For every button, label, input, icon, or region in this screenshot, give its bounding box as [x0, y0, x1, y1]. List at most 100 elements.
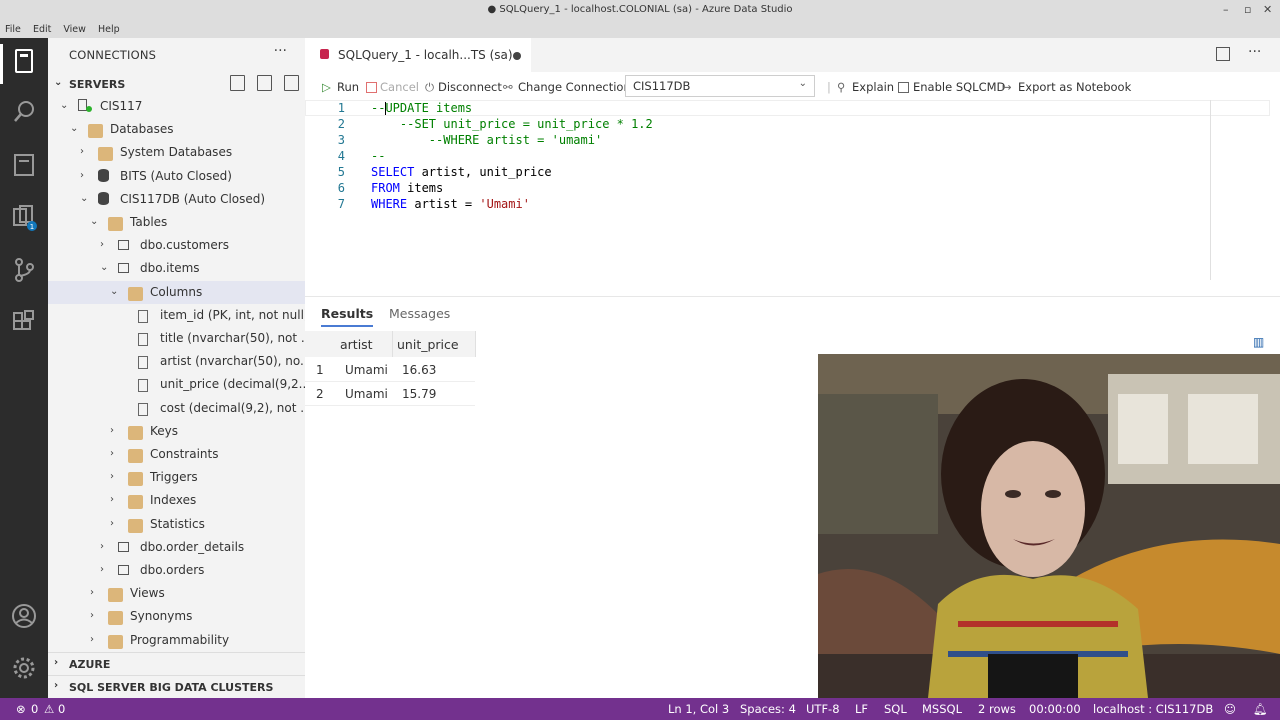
- export-notebook-button[interactable]: Export as Notebook: [1018, 80, 1131, 94]
- menu-file[interactable]: File: [5, 24, 21, 35]
- column-header-artist[interactable]: artist: [335, 331, 393, 357]
- connections-icon[interactable]: [10, 47, 38, 75]
- search-icon[interactable]: [10, 98, 38, 126]
- notifications-icon[interactable]: 🔔︎: [1253, 702, 1268, 716]
- change-connection-button[interactable]: Change Connection: [518, 80, 631, 94]
- tree-item[interactable]: › Statistics: [48, 513, 305, 536]
- database-select[interactable]: CIS117DB ⌄: [625, 75, 815, 97]
- tree-item[interactable]: › Indexes: [48, 489, 305, 512]
- tree-item[interactable]: › dbo.order_details: [48, 536, 305, 559]
- chevron-right-icon[interactable]: ›: [80, 146, 84, 157]
- cursor-position[interactable]: Ln 1, Col 3: [668, 702, 729, 716]
- tree-item[interactable]: ⌄ CIS117DB (Auto Closed): [48, 188, 305, 211]
- column-header-unit-price[interactable]: unit_price: [393, 331, 476, 357]
- more-actions-icon[interactable]: ···: [1248, 44, 1261, 60]
- tree-item[interactable]: › System Databases: [48, 141, 305, 164]
- explorer-icon[interactable]: 1: [10, 203, 38, 231]
- chevron-down-icon[interactable]: ⌄: [100, 262, 108, 273]
- active-connections-icon[interactable]: [284, 75, 299, 91]
- chevron-right-icon[interactable]: ›: [80, 170, 84, 181]
- azure-section-header[interactable]: › AZURE: [48, 652, 305, 675]
- notebooks-icon[interactable]: [10, 151, 38, 179]
- tree-item[interactable]: ⌄ Columns: [48, 280, 305, 304]
- gear-icon[interactable]: [10, 654, 38, 682]
- tab-sqlquery-1[interactable]: SQLQuery_1 - localh...TS (sa): [305, 38, 531, 72]
- new-server-group-icon[interactable]: [257, 75, 272, 91]
- menu-view[interactable]: View: [63, 24, 86, 35]
- chevron-right-icon[interactable]: ›: [110, 448, 114, 459]
- chevron-down-icon[interactable]: ⌄: [110, 286, 118, 297]
- error-count[interactable]: 0: [31, 702, 38, 716]
- chevron-right-icon[interactable]: ›: [90, 610, 94, 621]
- tree-item[interactable]: › BITS (Auto Closed): [48, 165, 305, 188]
- tree-item[interactable]: ⌄ dbo.items: [48, 257, 305, 280]
- tab-messages[interactable]: Messages: [389, 306, 450, 321]
- extensions-icon[interactable]: [10, 309, 38, 337]
- tree-item[interactable]: ⌄ Tables: [48, 211, 305, 234]
- explain-button[interactable]: Explain: [852, 80, 894, 94]
- tree-item[interactable]: › Synonyms: [48, 605, 305, 628]
- tree-item[interactable]: artist (nvarchar(50), no...: [48, 350, 305, 373]
- tree-item[interactable]: › Views: [48, 582, 305, 605]
- more-actions-icon[interactable]: ···: [274, 43, 287, 59]
- tree-item[interactable]: unit_price (decimal(9,2...: [48, 373, 305, 396]
- save-as-icon[interactable]: ▥: [1253, 335, 1264, 349]
- tree-item[interactable]: item_id (PK, int, not null): [48, 304, 305, 327]
- chevron-right-icon[interactable]: ›: [90, 587, 94, 598]
- restore-icon[interactable]: ▫: [1244, 3, 1251, 16]
- chevron-right-icon[interactable]: ›: [100, 541, 104, 552]
- tree-item[interactable]: › Keys: [48, 420, 305, 443]
- warnings-icon[interactable]: ⚠: [44, 702, 54, 716]
- chevron-down-icon[interactable]: ⌄: [90, 216, 98, 227]
- chevron-right-icon[interactable]: ›: [100, 239, 104, 250]
- account-icon[interactable]: [10, 602, 38, 630]
- unsaved-dot-icon[interactable]: [513, 52, 521, 60]
- chevron-right-icon[interactable]: ›: [110, 518, 114, 529]
- tree-item[interactable]: › dbo.orders: [48, 559, 305, 582]
- source-control-icon[interactable]: [10, 256, 38, 284]
- chevron-down-icon[interactable]: ⌄: [70, 123, 78, 134]
- explain-icon: ⚲: [837, 80, 846, 94]
- servers-section-header[interactable]: ⌄ SERVERS: [48, 73, 305, 95]
- connection-status[interactable]: localhost : CIS117DB: [1093, 702, 1213, 716]
- big-data-clusters-section-header[interactable]: › SQL SERVER BIG DATA CLUSTERS: [48, 675, 305, 698]
- chevron-right-icon[interactable]: ›: [110, 471, 114, 482]
- tree-item[interactable]: cost (decimal(9,2), not ...: [48, 397, 305, 420]
- feedback-icon[interactable]: ☺: [1224, 702, 1236, 716]
- table-row[interactable]: 1 Umami 16.63: [305, 359, 475, 382]
- tab-results[interactable]: Results: [321, 306, 374, 327]
- enable-sqlcmd-button[interactable]: Enable SQLCMD: [913, 80, 1005, 94]
- end-of-line[interactable]: LF: [855, 702, 868, 716]
- close-icon[interactable]: ✕: [1263, 3, 1272, 16]
- tree-item[interactable]: › Triggers: [48, 466, 305, 489]
- menu-edit[interactable]: Edit: [33, 24, 51, 35]
- split-editor-icon[interactable]: [1216, 47, 1230, 61]
- chevron-right-icon[interactable]: ›: [100, 564, 104, 575]
- warning-count[interactable]: 0: [58, 702, 65, 716]
- sql-flavor[interactable]: MSSQL: [922, 702, 962, 716]
- run-button[interactable]: Run: [337, 80, 359, 94]
- text-cursor: [385, 102, 386, 115]
- code-editor[interactable]: 1 --UPDATE items 2 --SET unit_price = un…: [305, 100, 1280, 296]
- disconnect-button[interactable]: Disconnect: [438, 80, 502, 94]
- tree-item[interactable]: › Constraints: [48, 443, 305, 466]
- menu-help[interactable]: Help: [98, 24, 120, 35]
- language-mode[interactable]: SQL: [884, 702, 907, 716]
- tree-item[interactable]: › dbo.customers: [48, 234, 305, 257]
- chevron-right-icon[interactable]: ›: [110, 425, 114, 436]
- run-icon[interactable]: ▷: [322, 80, 331, 94]
- tree-item[interactable]: ⌄ Databases: [48, 118, 305, 141]
- cancel-button[interactable]: Cancel: [380, 80, 419, 94]
- tree-item[interactable]: title (nvarchar(50), not ...: [48, 327, 305, 350]
- chevron-right-icon[interactable]: ›: [110, 494, 114, 505]
- table-row[interactable]: 2 Umami 15.79: [305, 383, 475, 406]
- errors-icon[interactable]: ⊗: [16, 702, 26, 716]
- tree-item[interactable]: › Programmability: [48, 629, 305, 652]
- chevron-right-icon[interactable]: ›: [90, 634, 94, 645]
- minimize-icon[interactable]: –: [1223, 3, 1229, 16]
- new-connection-icon[interactable]: [230, 75, 245, 91]
- chevron-down-icon[interactable]: ⌄: [80, 193, 88, 204]
- chevron-down-icon[interactable]: ⌄: [60, 100, 68, 111]
- indentation[interactable]: Spaces: 4: [740, 702, 796, 716]
- encoding[interactable]: UTF-8: [806, 702, 840, 716]
